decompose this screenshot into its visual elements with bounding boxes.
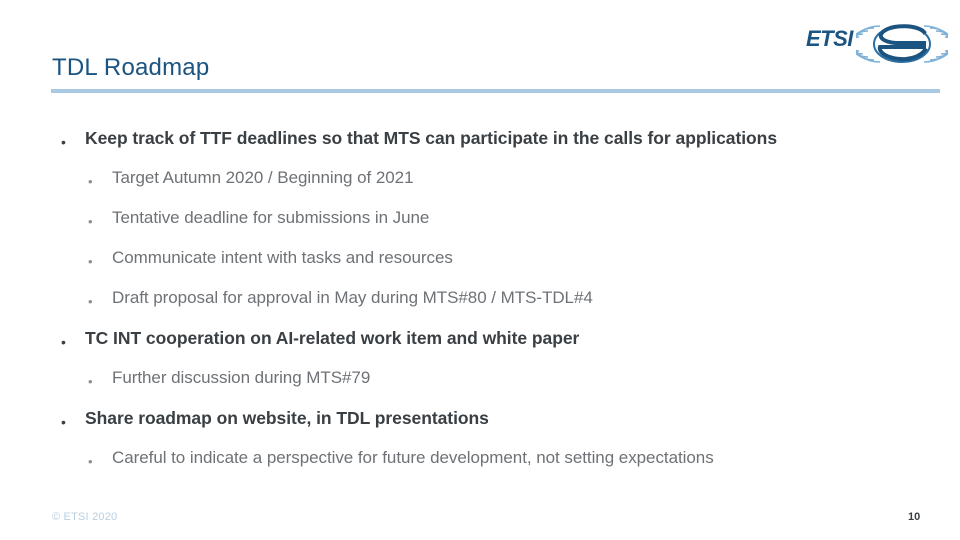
bullet-item: • Target Autumn 2020 / Beginning of 2021 xyxy=(0,168,960,208)
bullet-text: Communicate intent with tasks and resour… xyxy=(112,248,453,267)
bullet-marker: • xyxy=(88,374,93,389)
bullet-marker: • xyxy=(88,254,93,269)
bullet-text: TC INT cooperation on AI-related work it… xyxy=(85,328,580,348)
bullet-marker: • xyxy=(61,334,66,350)
bullet-text: Target Autumn 2020 / Beginning of 2021 xyxy=(112,168,414,187)
etsi-logo: ETSI xyxy=(806,20,956,68)
bullet-text: Keep track of TTF deadlines so that MTS … xyxy=(85,128,778,148)
bullet-text: Further discussion during MTS#79 xyxy=(112,368,371,387)
bullet-item: • TC INT cooperation on AI-related work … xyxy=(0,328,960,368)
bullet-item: • Careful to indicate a perspective for … xyxy=(0,448,960,488)
bullet-marker: • xyxy=(61,134,66,150)
bullet-item: • Keep track of TTF deadlines so that MT… xyxy=(0,128,960,168)
bullet-text: Share roadmap on website, in TDL present… xyxy=(85,408,489,428)
bullet-item: • Further discussion during MTS#79 xyxy=(0,368,960,408)
slide-body: • Keep track of TTF deadlines so that MT… xyxy=(0,128,960,488)
title-divider xyxy=(51,89,940,93)
bullet-item: • Share roadmap on website, in TDL prese… xyxy=(0,408,960,448)
page-number: 10 xyxy=(908,511,921,523)
bullet-item: • Tentative deadline for submissions in … xyxy=(0,208,960,248)
bullet-text: Careful to indicate a perspective for fu… xyxy=(112,448,714,467)
bullet-marker: • xyxy=(88,214,93,229)
bullet-marker: • xyxy=(88,454,93,469)
bullet-marker: • xyxy=(61,414,66,430)
bullet-marker: • xyxy=(88,294,93,309)
bullet-item: • Draft proposal for approval in May dur… xyxy=(0,288,960,328)
bullet-text: Tentative deadline for submissions in Ju… xyxy=(112,208,430,227)
bullet-marker: • xyxy=(88,174,93,189)
copyright-notice: © ETSI 2020 xyxy=(52,511,118,523)
etsi-wordmark: ETSI xyxy=(806,26,853,51)
bullet-text: Draft proposal for approval in May durin… xyxy=(112,288,593,307)
etsi-globe-icon xyxy=(848,20,956,73)
slide-canvas: ETSI TDL Roadmap • Keep track of TTF dea… xyxy=(0,0,960,540)
page-title: TDL Roadmap xyxy=(52,54,210,81)
bullet-item: • Communicate intent with tasks and reso… xyxy=(0,248,960,288)
